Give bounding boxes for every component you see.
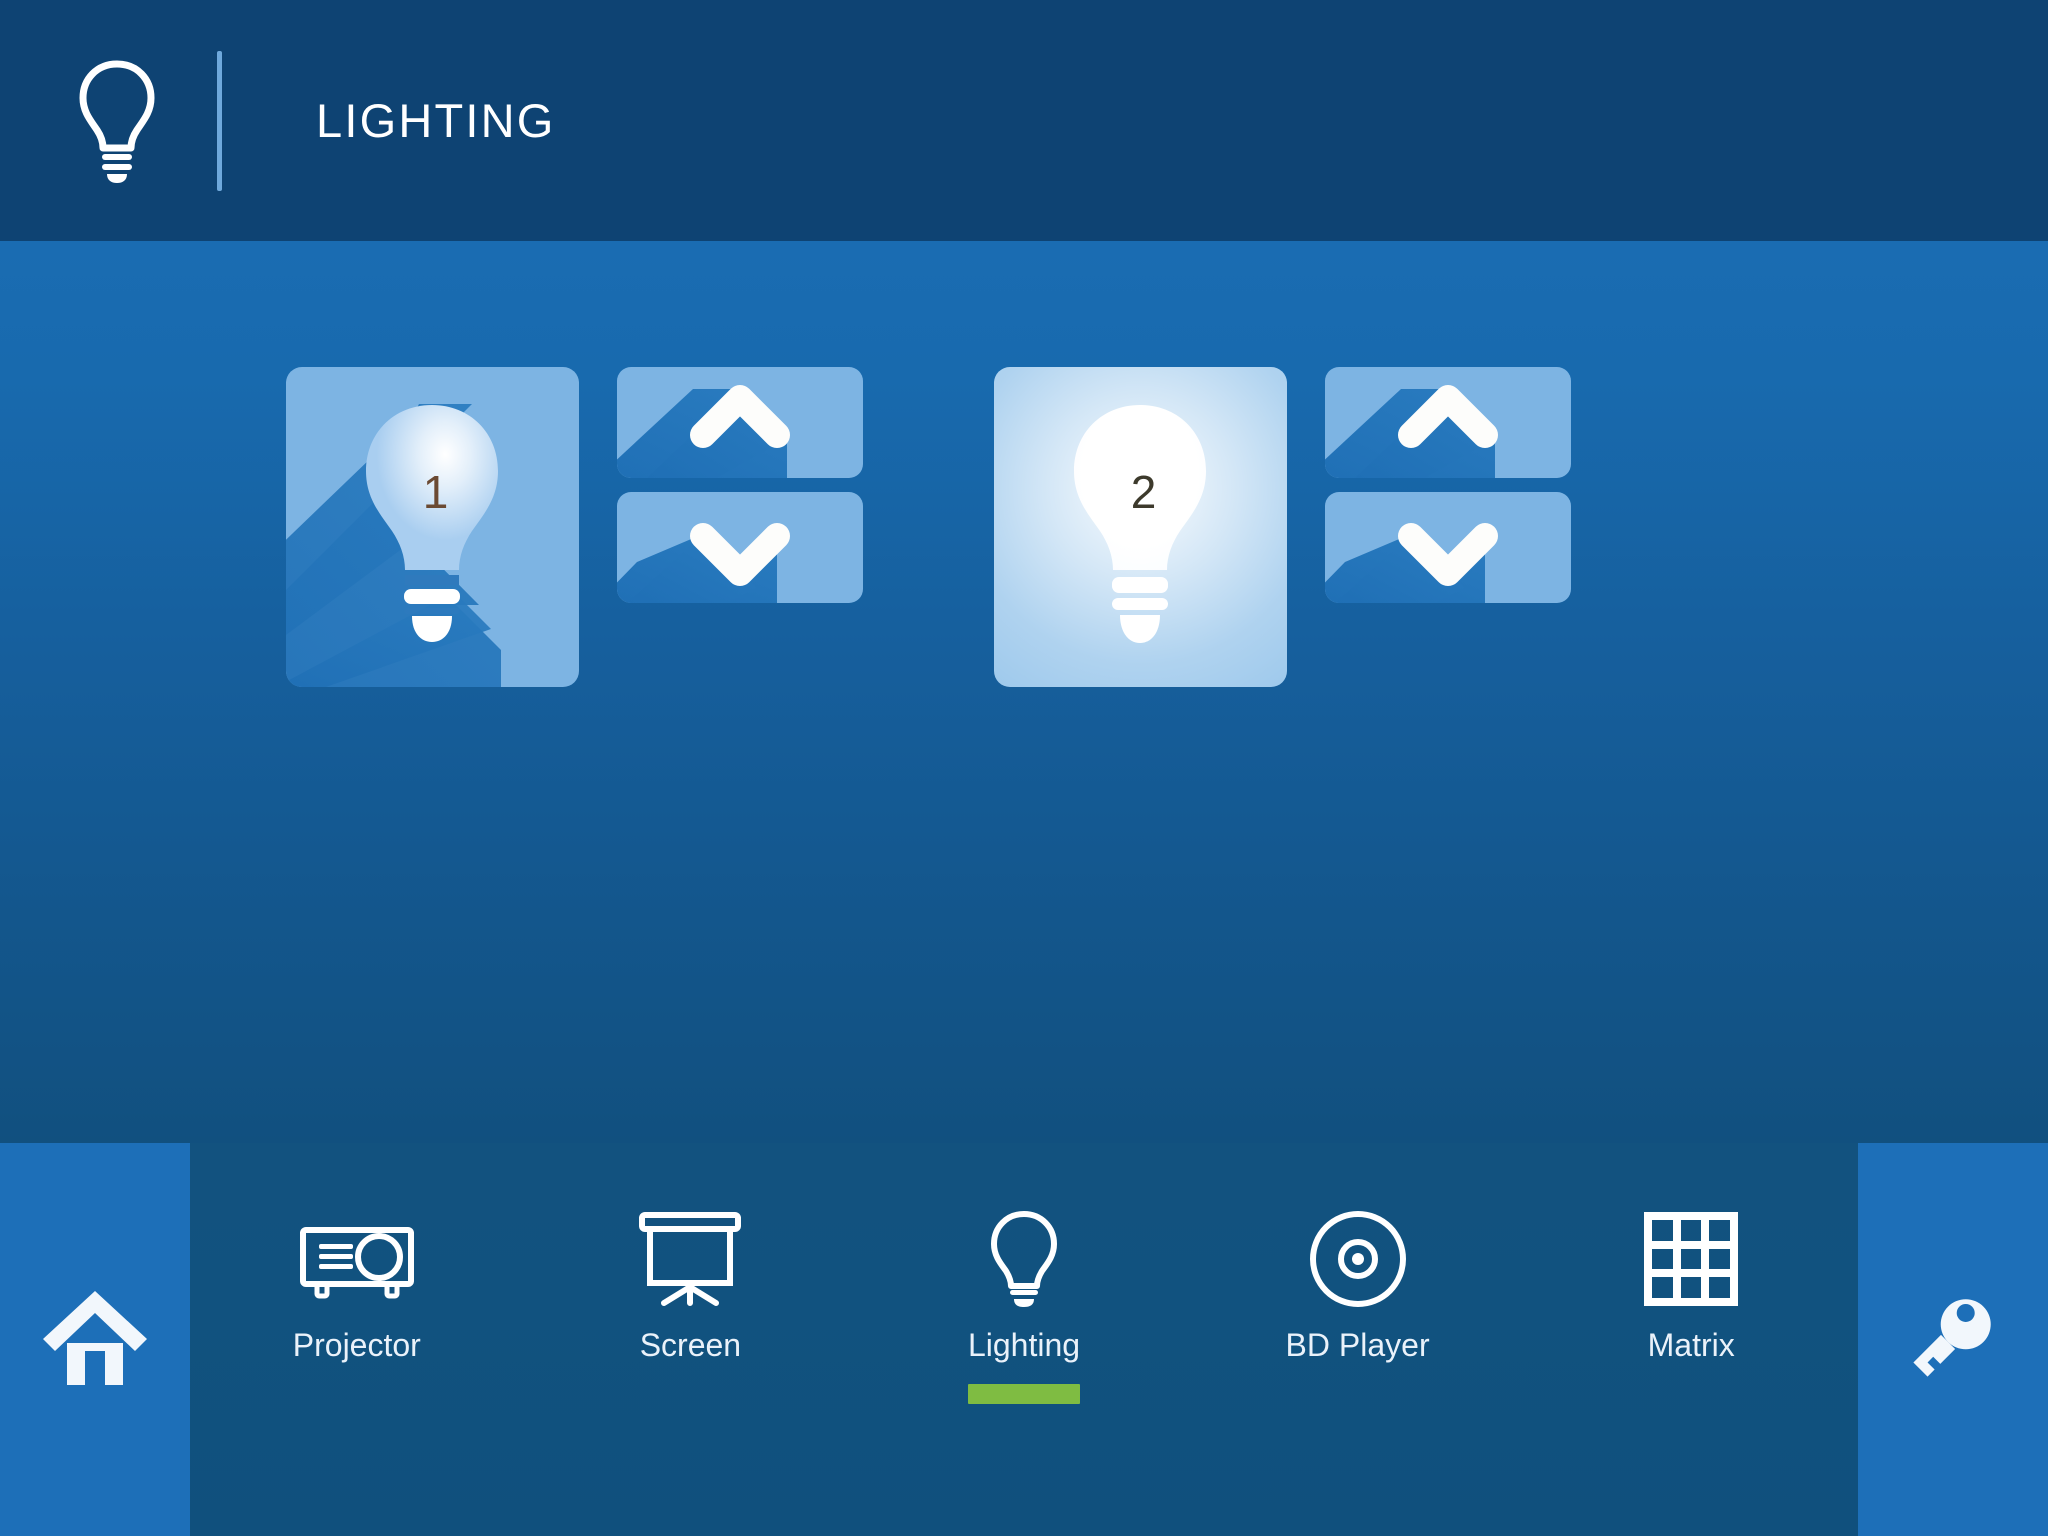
nav-item-screen[interactable]: Screen — [565, 1211, 815, 1404]
lightbulb-icon — [989, 1211, 1059, 1307]
bottom-navigation-bar: Projector Screen Lighting BD Player Matr… — [0, 1143, 2048, 1536]
nav-label-projector: Projector — [292, 1327, 421, 1363]
nav-item-bd-player[interactable]: BD Player — [1233, 1211, 1483, 1404]
lightbulb-icon — [72, 56, 162, 186]
lighting-zone-1: 1 — [286, 367, 863, 687]
zone-1-brightness-up-button[interactable] — [617, 367, 863, 478]
key-button[interactable] — [1858, 1143, 2048, 1536]
zone-2-brightness-down-button[interactable] — [1325, 492, 1571, 603]
disc-icon — [1308, 1211, 1408, 1307]
home-button[interactable] — [0, 1143, 190, 1536]
lighting-controls: 1 2 — [286, 367, 1571, 687]
zone-1-brightness-down-button[interactable] — [617, 492, 863, 603]
zone-2-dimmer-controls — [1325, 367, 1571, 603]
bulb-1-toggle-button[interactable]: 1 — [286, 367, 579, 687]
key-icon — [1901, 1285, 2005, 1394]
grid-icon — [1643, 1211, 1739, 1307]
nav-label-screen: Screen — [639, 1327, 742, 1363]
navigation-items: Projector Screen Lighting BD Player Matr… — [190, 1143, 1858, 1536]
nav-item-matrix[interactable]: Matrix — [1566, 1211, 1816, 1404]
header-divider — [217, 50, 222, 191]
nav-item-projector[interactable]: Projector — [232, 1211, 482, 1404]
zone-2-brightness-up-button[interactable] — [1325, 367, 1571, 478]
page-header: LIGHTING — [0, 0, 2048, 241]
nav-active-indicator-lighting — [967, 1384, 1080, 1404]
nav-label-lighting: Lighting — [967, 1327, 1081, 1363]
nav-item-lighting[interactable]: Lighting — [899, 1211, 1149, 1404]
zone-1-dimmer-controls — [617, 367, 863, 603]
nav-label-matrix: Matrix — [1647, 1327, 1735, 1363]
home-icon — [39, 1285, 151, 1394]
bulb-2-toggle-button[interactable]: 2 — [994, 367, 1287, 687]
nav-label-bd-player: BD Player — [1285, 1327, 1430, 1363]
lighting-control-app: LIGHTING 1 2 Projector Screen Lighting B… — [0, 0, 2048, 1536]
projection-screen-icon — [638, 1211, 742, 1307]
lighting-zone-2: 2 — [994, 367, 1571, 687]
projector-icon — [299, 1211, 415, 1307]
page-title: LIGHTING — [316, 94, 556, 147]
